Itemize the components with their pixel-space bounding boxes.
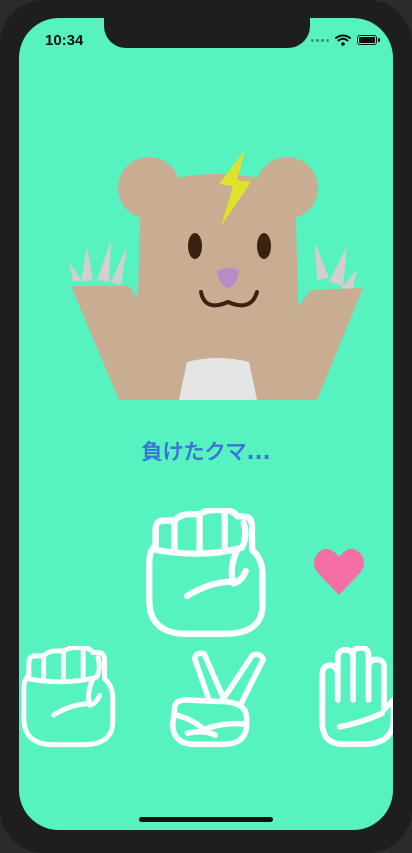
heart-icon [314, 548, 364, 595]
result-message: 負けたクマ... [141, 440, 271, 464]
notch [104, 18, 310, 48]
scissors-choice-button[interactable] [167, 650, 269, 748]
battery-icon [357, 35, 380, 45]
signal-icon [311, 38, 329, 42]
rock-choice-button[interactable] [19, 646, 121, 748]
rock-hand-icon [21, 646, 116, 748]
bear-character [69, 150, 363, 400]
scissors-hand-icon [169, 650, 267, 748]
phone-frame: 10:34 負けたクマ... [0, 0, 412, 853]
paper-hand-icon [319, 646, 393, 748]
opponent-rock-hand-icon [145, 508, 271, 638]
home-indicator[interactable] [139, 817, 273, 822]
wifi-icon [335, 34, 351, 46]
game-screen: 10:34 負けたクマ... [19, 18, 393, 830]
status-time: 10:34 [45, 32, 84, 49]
status-icons [311, 34, 380, 46]
left-claws [69, 240, 127, 285]
paper-choice-button[interactable] [317, 646, 393, 748]
